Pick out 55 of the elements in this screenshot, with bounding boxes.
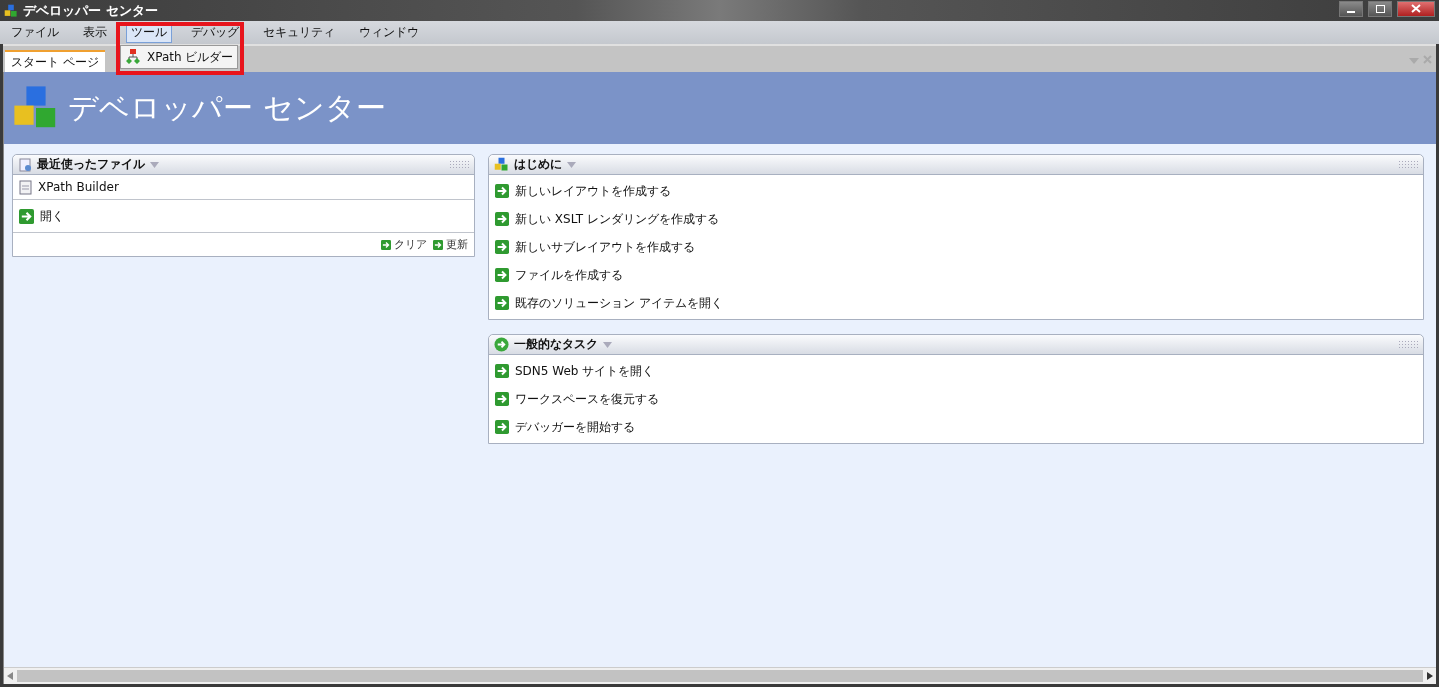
dropdown-icon[interactable]: [1409, 58, 1419, 64]
arrow-icon: [495, 420, 509, 434]
task-link[interactable]: 既存のソリューション アイテムを開く: [489, 289, 1423, 317]
panel-title: 最近使ったファイル: [37, 156, 145, 173]
scroll-right-icon[interactable]: [1427, 672, 1433, 680]
panel-title: はじめに: [514, 156, 562, 173]
maximize-icon: [1375, 4, 1385, 13]
arrow-icon: [495, 212, 509, 226]
menu-item[interactable]: 表示: [78, 22, 112, 43]
arrow-icon: [495, 268, 509, 282]
task-link[interactable]: 新しい XSLT レンダリングを作成する: [489, 205, 1423, 233]
arrow-icon: [494, 337, 509, 352]
minimize-icon: [1347, 10, 1355, 13]
task-link[interactable]: デバッガーを開始する: [489, 413, 1423, 441]
menu-item[interactable]: デバッグ: [186, 22, 244, 43]
dropdown-icon[interactable]: [603, 341, 612, 348]
cubes-icon: [4, 3, 18, 18]
dropdown-icon[interactable]: [150, 161, 159, 168]
task-link[interactable]: 新しいレイアウトを作成する: [489, 177, 1423, 205]
menu-item[interactable]: ファイル: [6, 22, 64, 43]
open-link[interactable]: 開く: [13, 202, 474, 230]
task-link[interactable]: 新しいサブレイアウトを作成する: [489, 233, 1423, 261]
cubes-icon: [494, 157, 509, 172]
document-icon: [19, 179, 32, 195]
window-title: デベロッパー センター: [23, 1, 159, 20]
footer-link[interactable]: 更新: [433, 237, 468, 252]
arrow-icon: [433, 239, 443, 250]
banner-title: デベロッパー センター: [68, 88, 386, 127]
footer-link[interactable]: クリア: [381, 237, 427, 252]
horizontal-scrollbar[interactable]: [4, 667, 1436, 684]
arrow-icon: [495, 392, 509, 406]
recent-file-link[interactable]: XPath Builder: [13, 177, 474, 197]
tree-icon: [125, 49, 141, 65]
task-link[interactable]: SDN5 Web サイトを開く: [489, 357, 1423, 385]
minimize-button[interactable]: [1339, 0, 1363, 17]
dropdown-icon[interactable]: [567, 161, 576, 168]
document-icon: [18, 157, 32, 172]
menu-item[interactable]: ウィンドウ: [354, 22, 424, 43]
arrow-icon: [381, 239, 391, 250]
arrow-icon: [495, 184, 509, 198]
menu-item[interactable]: セキュリティ: [258, 22, 340, 43]
tab[interactable]: スタート ページ: [5, 50, 105, 72]
close-icon[interactable]: [1423, 55, 1432, 64]
arrow-icon: [19, 208, 34, 224]
task-link[interactable]: ファイルを作成する: [489, 261, 1423, 289]
close-icon: [1411, 4, 1421, 13]
arrow-icon: [495, 364, 509, 378]
close-button[interactable]: [1397, 0, 1435, 17]
panel-title: 一般的なタスク: [514, 336, 598, 353]
maximize-button[interactable]: [1368, 0, 1392, 17]
arrow-icon: [495, 296, 509, 310]
arrow-icon: [495, 240, 509, 254]
scroll-left-icon[interactable]: [7, 672, 13, 680]
task-link[interactable]: ワークスペースを復元する: [489, 385, 1423, 413]
menu-item[interactable]: XPath ビルダー: [121, 46, 238, 68]
